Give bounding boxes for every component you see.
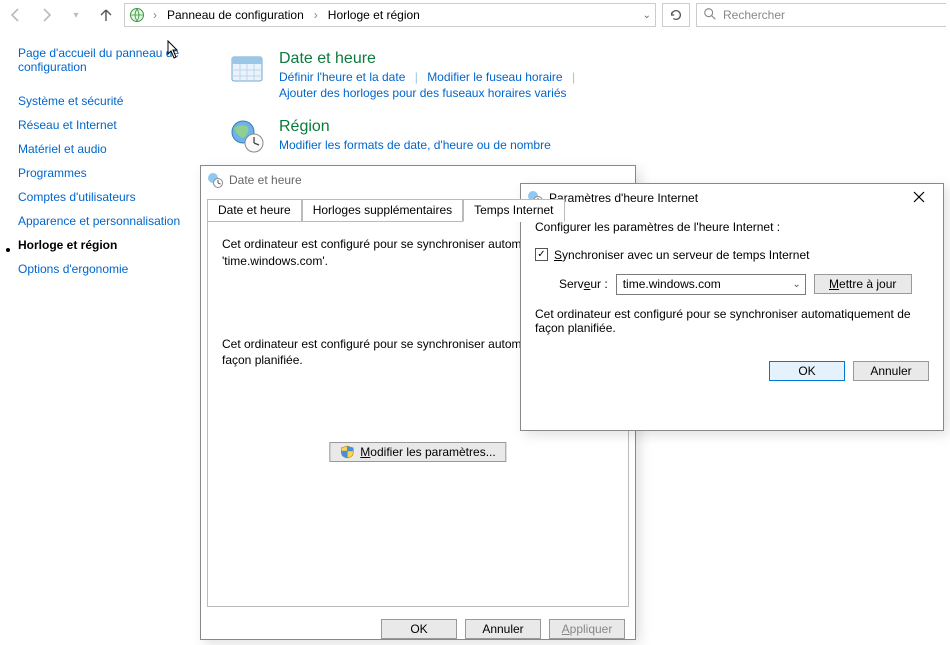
active-bullet-icon	[6, 248, 10, 252]
apply-button[interactable]: Appliquer	[549, 619, 625, 639]
modify-settings-label: MModifier les paramètres...odifier les p…	[360, 445, 495, 459]
cancel-button[interactable]: Annuler	[853, 361, 929, 381]
control-panel-icon	[129, 7, 145, 23]
server-value: time.windows.com	[623, 277, 721, 291]
nav-up-icon[interactable]	[94, 3, 118, 27]
schedule-note: Cet ordinateur est configuré pour se syn…	[535, 307, 929, 335]
tab-internet-time[interactable]: Temps Internet	[463, 199, 564, 222]
tab-date-time[interactable]: Date et heure	[207, 199, 302, 222]
nav-back-icon[interactable]	[4, 3, 28, 27]
link-separator: |	[566, 70, 581, 84]
modify-settings-button[interactable]: MModifier les paramètres...odifier les p…	[329, 442, 506, 462]
tab-extra-clocks[interactable]: Horloges supplémentaires	[302, 199, 463, 222]
search-placeholder: Rechercher	[723, 8, 785, 22]
dialog-title: Paramètres d'heure Internet	[549, 191, 698, 205]
sync-checkbox[interactable]: ✓ Synchroniser avec un serveur de temps …	[535, 248, 809, 262]
link-separator: |	[409, 70, 424, 84]
link-change-tz[interactable]: Modifier le fuseau horaire	[427, 70, 562, 84]
link-add-clocks[interactable]: Ajouter des horloges pour des fuseaux ho…	[279, 86, 567, 100]
sidebar-item-programs[interactable]: Programmes	[18, 166, 195, 180]
search-input[interactable]: Rechercher	[696, 3, 946, 27]
breadcrumb-item[interactable]: Horloge et région	[326, 8, 422, 22]
link-change-formats[interactable]: Modifier les formats de date, d'heure ou…	[279, 138, 551, 152]
chevron-right-icon: ›	[151, 8, 159, 22]
chevron-down-icon: ⌄	[792, 279, 800, 290]
dialog-internet-time-settings: Paramètres d'heure Internet Configurer l…	[520, 183, 944, 431]
sidebar-item-hardware[interactable]: Matériel et audio	[18, 142, 195, 156]
intro-text: Configurer les paramètres de l'heure Int…	[535, 220, 929, 234]
dialog-title: Date et heure	[229, 173, 302, 187]
sidebar-item-accounts[interactable]: Comptes d'utilisateurs	[18, 190, 195, 204]
sidebar-item-network[interactable]: Réseau et Internet	[18, 118, 195, 132]
category-region-title[interactable]: Région	[279, 118, 551, 136]
sync-checkbox-label: Synchroniser avec un serveur de temps In…	[554, 248, 809, 262]
server-label: Serveur :	[559, 277, 608, 291]
refresh-button[interactable]	[662, 3, 690, 27]
sidebar-home-link[interactable]: Page d'accueil du panneau de configurati…	[18, 46, 195, 74]
sidebar-item-ease[interactable]: Options d'ergonomie	[18, 262, 195, 276]
address-bar[interactable]: › Panneau de configuration › Horloge et …	[124, 3, 656, 27]
sidebar-item-system[interactable]: Système et sécurité	[18, 94, 195, 108]
calendar-icon	[229, 50, 265, 86]
cancel-button[interactable]: Annuler	[465, 619, 541, 639]
globe-clock-icon	[229, 118, 265, 154]
ok-button[interactable]: OK	[769, 361, 845, 381]
category-datetime-title[interactable]: Date et heure	[279, 50, 581, 68]
ok-button[interactable]: OK	[381, 619, 457, 639]
clock-globe-icon	[207, 172, 223, 188]
nav-recent-icon[interactable]: ▾	[64, 3, 88, 27]
close-button[interactable]	[901, 190, 937, 206]
search-icon	[703, 7, 717, 24]
link-set-time[interactable]: Définir l'heure et la date	[279, 70, 405, 84]
breadcrumb-item[interactable]: Panneau de configuration	[165, 8, 306, 22]
uac-shield-icon	[340, 445, 354, 459]
update-now-button[interactable]: Mettre à jour	[814, 274, 912, 294]
address-dropdown-icon[interactable]: ⌄	[643, 10, 651, 21]
checkbox-icon: ✓	[535, 248, 548, 261]
server-combobox[interactable]: time.windows.com ⌄	[616, 274, 806, 295]
nav-forward-icon[interactable]	[34, 3, 58, 27]
sidebar-item-clock-region[interactable]: Horloge et région	[18, 238, 117, 252]
sidebar-item-appearance[interactable]: Apparence et personnalisation	[18, 214, 195, 228]
chevron-right-icon: ›	[312, 8, 320, 22]
